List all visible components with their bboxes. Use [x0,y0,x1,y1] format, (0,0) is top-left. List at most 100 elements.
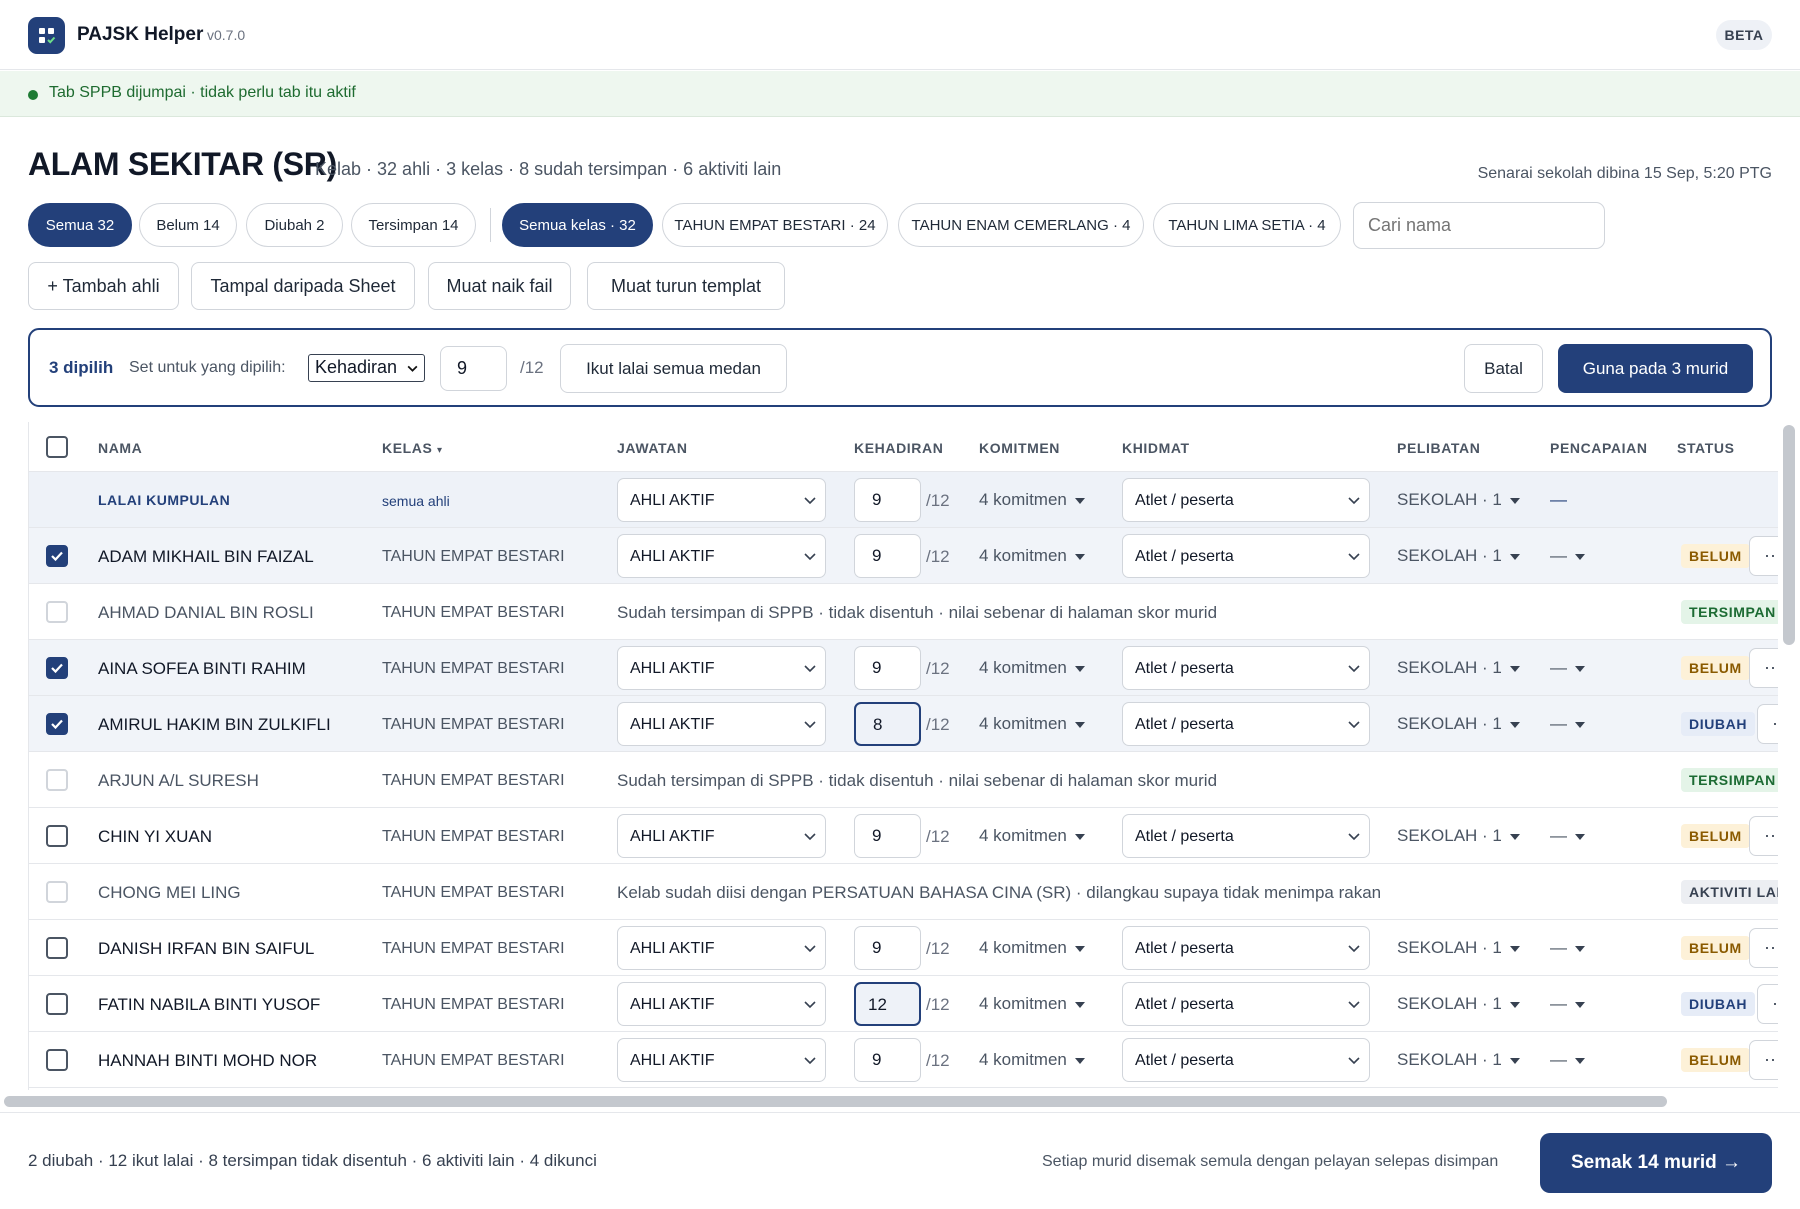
row-more-button[interactable]: ··· [1749,928,1778,968]
pelibatan-dropdown[interactable]: SEKOLAH · 1 [1397,546,1520,566]
pencapaian-dropdown[interactable]: — [1550,826,1585,846]
review-button[interactable]: Semak 14 murid → [1540,1133,1772,1193]
default-hadir-input[interactable]: 9 [854,478,921,522]
kehadiran-input[interactable]: 9 [854,926,921,970]
col-pencapaian[interactable]: PENCAPAIAN [1550,440,1648,456]
filter-kelas-empat[interactable]: TAHUN EMPAT BESTARI · 24 [662,203,888,247]
default-pencapaian[interactable]: — [1550,490,1567,510]
apply-button[interactable]: Guna pada 3 murid [1558,344,1753,393]
pelibatan-dropdown[interactable]: SEKOLAH · 1 [1397,658,1520,678]
col-status[interactable]: STATUS [1677,440,1735,456]
pencapaian-dropdown[interactable]: — [1550,1050,1585,1070]
table-row: AINA SOFEA BINTI RAHIM TAHUN EMPAT BESTA… [29,640,1778,696]
khidmat-select[interactable]: Atlet / peserta [1122,646,1370,690]
kehadiran-input[interactable]: 9 [854,1038,921,1082]
upload-file-button[interactable]: Muat naik fail [428,262,571,310]
row-checkbox[interactable] [46,713,68,735]
jawatan-select[interactable]: AHLI AKTIF [617,534,826,578]
col-jawatan[interactable]: JAWATAN [617,440,688,456]
komitmen-dropdown[interactable]: 4 komitmen [979,658,1085,678]
pelibatan-dropdown[interactable]: SEKOLAH · 1 [1397,1050,1520,1070]
row-checkbox[interactable] [46,1049,68,1071]
chevron-down-icon [804,1001,816,1009]
pencapaian-dropdown[interactable]: — [1550,658,1585,678]
khidmat-select[interactable]: Atlet / peserta [1122,702,1370,746]
komitmen-dropdown[interactable]: 4 komitmen [979,546,1085,566]
reset-defaults-button[interactable]: Ikut lalai semua medan [560,344,787,393]
row-more-button[interactable]: ··· [1749,648,1778,688]
default-pelibatan-dropdown[interactable]: SEKOLAH · 1 [1397,490,1520,510]
filter-all[interactable]: Semua 32 [28,203,132,247]
col-komitmen[interactable]: KOMITMEN [979,440,1060,456]
row-more-button[interactable]: ··· [1757,704,1778,744]
row-checkbox[interactable] [46,825,68,847]
cancel-button[interactable]: Batal [1464,344,1543,393]
pelibatan-dropdown[interactable]: SEKOLAH · 1 [1397,994,1520,1014]
filter-belum[interactable]: Belum 14 [139,203,237,247]
default-jawatan-select[interactable]: AHLI AKTIF [617,478,826,522]
kehadiran-input[interactable]: 9 [854,814,921,858]
khidmat-select[interactable]: Atlet / peserta [1122,1038,1370,1082]
kehadiran-input[interactable]: 12 [854,982,921,1026]
jawatan-select[interactable]: AHLI AKTIF [617,982,826,1026]
footer-hint: Setiap murid disemak semula dengan pelay… [1042,1153,1499,1170]
default-khidmat-select[interactable]: Atlet / peserta [1122,478,1370,522]
filter-divider [490,208,491,242]
select-all-checkbox[interactable] [46,436,68,458]
pencapaian-dropdown[interactable]: — [1550,938,1585,958]
row-more-button[interactable]: ··· [1749,1040,1778,1080]
pencapaian-dropdown[interactable]: — [1550,994,1585,1014]
col-nama[interactable]: NAMA [98,440,142,456]
pencapaian-dropdown[interactable]: — [1550,714,1585,734]
filter-tersimpan[interactable]: Tersimpan 14 [351,203,476,247]
filter-kelas-enam[interactable]: TAHUN ENAM CEMERLANG · 4 [898,203,1144,247]
komitmen-dropdown[interactable]: 4 komitmen [979,938,1085,958]
khidmat-select[interactable]: Atlet / peserta [1122,982,1370,1026]
table-row: AMIRUL HAKIM BIN ZULKIFLI TAHUN EMPAT BE… [29,696,1778,752]
kehadiran-input[interactable]: 9 [854,534,921,578]
vertical-scrollbar[interactable] [1783,425,1795,645]
row-more-button[interactable]: ··· [1749,536,1778,576]
pelibatan-dropdown[interactable]: SEKOLAH · 1 [1397,938,1520,958]
komitmen-dropdown[interactable]: 4 komitmen [979,1050,1085,1070]
jawatan-select[interactable]: AHLI AKTIF [617,646,826,690]
paste-sheet-button[interactable]: Tampal daripada Sheet [191,262,415,310]
filter-diubah[interactable]: Diubah 2 [246,203,343,247]
khidmat-select[interactable]: Atlet / peserta [1122,814,1370,858]
row-more-button[interactable]: ··· [1757,984,1778,1024]
row-checkbox[interactable] [46,993,68,1015]
bulk-value-input[interactable]: 9 [440,346,507,391]
table-header: NAMA KELAS ▾ JAWATAN KEHADIRAN KOMITMEN … [29,422,1778,472]
jawatan-select[interactable]: AHLI AKTIF [617,926,826,970]
bulk-field-select[interactable]: Kehadiran [308,354,425,382]
kehadiran-input[interactable]: 8 [854,702,921,746]
kehadiran-input[interactable]: 9 [854,646,921,690]
filter-kelas-lima[interactable]: TAHUN LIMA SETIA · 4 [1153,203,1341,247]
jawatan-select[interactable]: AHLI AKTIF [617,814,826,858]
col-kehadiran[interactable]: KEHADIRAN [854,440,943,456]
horizontal-scrollbar[interactable] [4,1096,1667,1107]
row-checkbox[interactable] [46,657,68,679]
filter-kelas-all[interactable]: Semua kelas · 32 [502,203,653,247]
row-checkbox[interactable] [46,545,68,567]
jawatan-select[interactable]: AHLI AKTIF [617,702,826,746]
download-template-button[interactable]: Muat turun templat [587,262,785,310]
default-komitmen-dropdown[interactable]: 4 komitmen [979,490,1085,510]
jawatan-select[interactable]: AHLI AKTIF [617,1038,826,1082]
chevron-down-icon [804,1057,816,1065]
row-checkbox[interactable] [46,937,68,959]
khidmat-select[interactable]: Atlet / peserta [1122,926,1370,970]
pencapaian-dropdown[interactable]: — [1550,546,1585,566]
pelibatan-dropdown[interactable]: SEKOLAH · 1 [1397,826,1520,846]
col-pelibatan[interactable]: PELIBATAN [1397,440,1480,456]
komitmen-dropdown[interactable]: 4 komitmen [979,994,1085,1014]
col-khidmat[interactable]: KHIDMAT [1122,440,1190,456]
search-input[interactable] [1353,202,1605,249]
komitmen-dropdown[interactable]: 4 komitmen [979,714,1085,734]
row-more-button[interactable]: ··· [1749,816,1778,856]
add-member-button[interactable]: + Tambah ahli [28,262,179,310]
pelibatan-dropdown[interactable]: SEKOLAH · 1 [1397,714,1520,734]
col-kelas[interactable]: KELAS ▾ [382,440,443,456]
khidmat-select[interactable]: Atlet / peserta [1122,534,1370,578]
komitmen-dropdown[interactable]: 4 komitmen [979,826,1085,846]
